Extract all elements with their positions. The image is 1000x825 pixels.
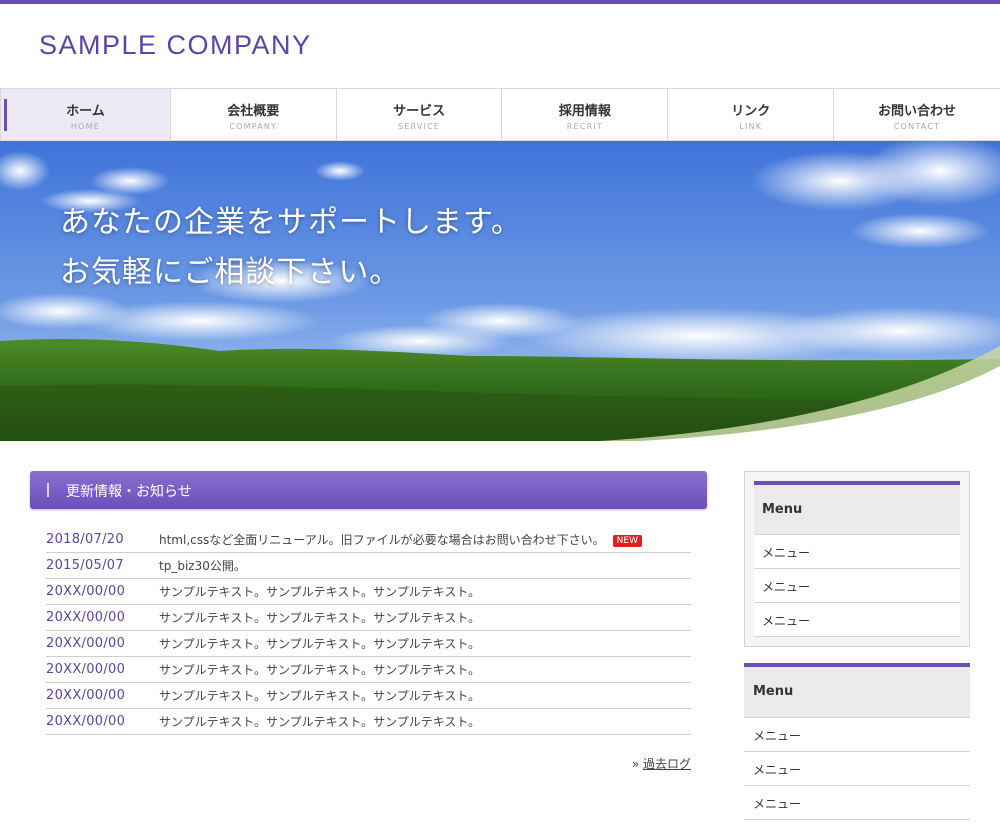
news-text: tp_biz30公開。 [159, 559, 246, 573]
news-text: サンプルテキスト。サンプルテキスト。サンプルテキスト。 [159, 611, 481, 625]
news-date: 20XX/00/00 [46, 688, 126, 703]
sidebar-menu-item[interactable]: メニュー [744, 752, 970, 786]
nav-sublabel: RECRIT [566, 122, 603, 131]
news-date: 20XX/00/00 [46, 610, 126, 625]
sidebar-menu-item-label: メニュー [762, 580, 811, 594]
nav-label: サービス [393, 104, 446, 119]
news-date: 20XX/00/00 [46, 714, 126, 729]
sidebar-menu-item-label: メニュー [762, 614, 811, 628]
news-text: サンプルテキスト。サンプルテキスト。サンプルテキスト。 [159, 637, 481, 651]
sidebar-menu-item[interactable]: メニュー [744, 786, 970, 820]
nav-sublabel: COMPANY [229, 122, 278, 131]
new-badge: NEW [612, 534, 642, 547]
news-row: 20XX/00/00 サンプルテキスト。サンプルテキスト。サンプルテキスト。 [46, 605, 691, 631]
nav-item-contact[interactable]: お問い合わせ CONTACT [834, 89, 1000, 140]
site-header: SAMPLE COMPANY [0, 4, 1000, 88]
sidebar-menu-item[interactable]: メニュー [754, 535, 960, 569]
sidebar-menu-box-2: Menu メニュー メニュー メニュー [744, 663, 970, 820]
archive-link[interactable]: 過去ログ [643, 757, 691, 771]
nav-sublabel: LINK [739, 122, 763, 131]
news-row: 20XX/00/00 サンプルテキスト。サンプルテキスト。サンプルテキスト。 [46, 631, 691, 657]
news-row: 2018/07/20 html,cssなど全面リニューアル。旧ファイルが必要な場… [46, 527, 691, 553]
sidebar-menu-title: Menu [762, 502, 803, 517]
nav-label: 採用情報 [558, 104, 611, 119]
nav-label: ホーム [66, 104, 105, 119]
nav-label: 会社概要 [227, 104, 280, 119]
sidebar-menu-item[interactable]: メニュー [754, 603, 960, 637]
nav-sublabel: SERVICE [398, 122, 441, 131]
nav-sublabel: CONTACT [893, 122, 941, 131]
news-heading: 更新情報・お知らせ [30, 471, 707, 509]
sidebar-menu-box-1: Menu メニュー メニュー メニュー [744, 471, 970, 647]
hero-tagline-line1: あなたの企業をサポートします。 [60, 205, 522, 240]
nav-item-recruit[interactable]: 採用情報 RECRIT [502, 89, 669, 140]
nav-label: お問い合わせ [878, 104, 957, 119]
nav-item-home[interactable]: ホーム HOME [0, 89, 171, 140]
news-date: 20XX/00/00 [46, 584, 126, 599]
archive-link-wrap: » 過去ログ [30, 755, 691, 772]
sidebar-menu-item-label: メニュー [753, 729, 802, 743]
news-text-body: html,cssなど全面リニューアル。旧ファイルが必要な場合はお問い合わせ下さい… [159, 533, 605, 547]
news-row: 20XX/00/00 サンプルテキスト。サンプルテキスト。サンプルテキスト。 [46, 709, 691, 735]
nav-sublabel: HOME [70, 122, 100, 131]
news-text: サンプルテキスト。サンプルテキスト。サンプルテキスト。 [159, 585, 481, 599]
sidebar-menu-item-label: メニュー [753, 763, 802, 777]
nav-item-service[interactable]: サービス SERVICE [337, 89, 503, 140]
sidebar-menu-title: Menu [753, 684, 794, 699]
news-date: 20XX/00/00 [46, 662, 126, 677]
news-row: 20XX/00/00 サンプルテキスト。サンプルテキスト。サンプルテキスト。 [46, 657, 691, 683]
sidebar-menu-heading: Menu [754, 481, 960, 535]
news-date: 2015/05/07 [46, 558, 124, 573]
site-logo[interactable]: SAMPLE COMPANY [39, 30, 312, 61]
news-text: サンプルテキスト。サンプルテキスト。サンプルテキスト。 [159, 715, 481, 729]
news-row: 20XX/00/00 サンプルテキスト。サンプルテキスト。サンプルテキスト。 [46, 683, 691, 709]
hero-landscape-image [0, 141, 1000, 441]
news-text: サンプルテキスト。サンプルテキスト。サンプルテキスト。 [159, 663, 481, 677]
news-row: 2015/05/07 tp_biz30公開。 [46, 553, 691, 579]
nav-item-link[interactable]: リンク LINK [668, 89, 835, 140]
hero-tagline-line2: お気軽にご相談下さい。 [60, 255, 401, 290]
hero-banner: あなたの企業をサポートします。 お気軽にご相談下さい。 [0, 141, 1000, 441]
global-nav: ホーム HOME 会社概要 COMPANY サービス SERVICE 採用情報 … [0, 88, 1000, 141]
news-text: html,cssなど全面リニューアル。旧ファイルが必要な場合はお問い合わせ下さい… [159, 531, 642, 548]
main-content: 更新情報・お知らせ 2018/07/20 html,cssなど全面リニューアル。… [30, 471, 707, 772]
news-date: 20XX/00/00 [46, 636, 126, 651]
news-list: 2018/07/20 html,cssなど全面リニューアル。旧ファイルが必要な場… [46, 527, 691, 735]
archive-prefix: » [631, 757, 640, 771]
news-text: サンプルテキスト。サンプルテキスト。サンプルテキスト。 [159, 689, 481, 703]
sidebar-menu-item-label: メニュー [753, 797, 802, 811]
sidebar-menu-item[interactable]: メニュー [744, 718, 970, 752]
nav-item-company[interactable]: 会社概要 COMPANY [171, 89, 337, 140]
sidebar-menu-heading: Menu [744, 663, 970, 718]
news-row: 20XX/00/00 サンプルテキスト。サンプルテキスト。サンプルテキスト。 [46, 579, 691, 605]
news-heading-title: 更新情報・お知らせ [66, 484, 192, 500]
news-date: 2018/07/20 [46, 532, 124, 547]
sidebar-menu-item[interactable]: メニュー [754, 569, 960, 603]
sidebar-menu-item-label: メニュー [762, 546, 811, 560]
nav-label: リンク [731, 104, 771, 119]
